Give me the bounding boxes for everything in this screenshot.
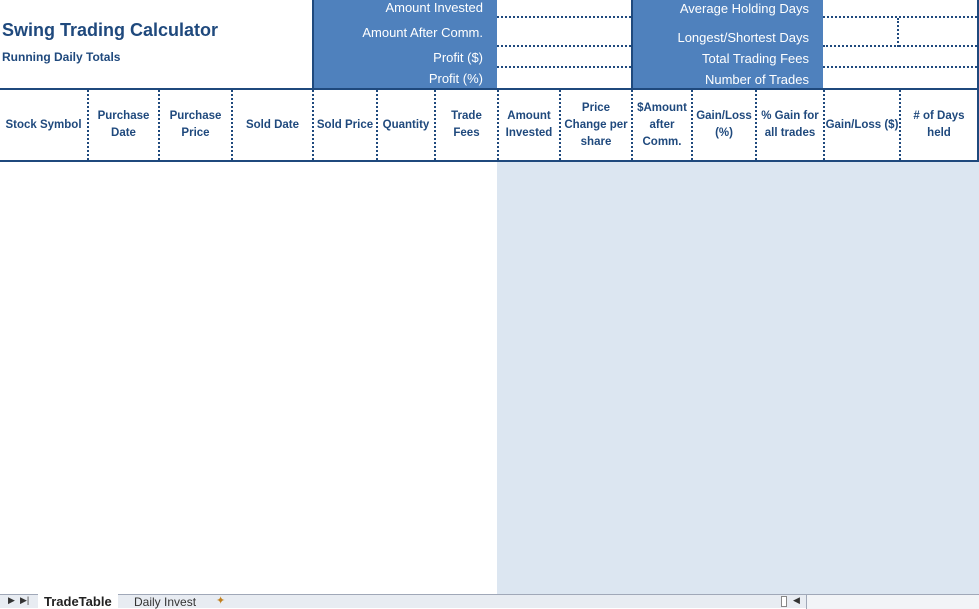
column-header-quantity[interactable]: Quantity bbox=[376, 90, 434, 160]
horizontal-scrollbar[interactable] bbox=[806, 595, 979, 609]
value-amount-invested[interactable] bbox=[497, 0, 631, 18]
summary-right-labels: Average Holding Days Longest/Shortest Da… bbox=[631, 0, 823, 88]
value-average-holding-days[interactable] bbox=[823, 0, 977, 18]
value-amount-after-comm[interactable] bbox=[497, 18, 631, 47]
label-total-trading-fees: Total Trading Fees bbox=[702, 51, 809, 66]
column-header-purchase-date[interactable]: Purchase Date bbox=[87, 90, 158, 160]
input-cells-area[interactable] bbox=[0, 162, 497, 594]
column-header-purchase-price[interactable]: Purchase Price bbox=[158, 90, 231, 160]
value-shortest-days[interactable] bbox=[899, 18, 977, 47]
label-average-holding-days: Average Holding Days bbox=[679, 1, 809, 16]
column-header-stock-symbol[interactable]: Stock Symbol bbox=[0, 90, 87, 160]
value-profit-percent[interactable] bbox=[497, 68, 631, 88]
summary-left-labels: Amount Invested Amount After Comm. Profi… bbox=[312, 0, 497, 88]
column-header-sold-price[interactable]: Sold Price bbox=[312, 90, 376, 160]
label-profit-percent: Profit (%) bbox=[428, 71, 483, 86]
label-longest-shortest-days: Longest/Shortest Days bbox=[677, 30, 809, 45]
column-header-price-change[interactable]: Price Change per share bbox=[559, 90, 631, 160]
column-header-days-held[interactable]: # of Days held bbox=[899, 90, 977, 160]
column-header-sold-date[interactable]: Sold Date bbox=[231, 90, 312, 160]
sheet-tab-tradetable[interactable]: TradeTable bbox=[38, 594, 118, 609]
column-header-row: Stock Symbol Purchase Date Purchase Pric… bbox=[0, 88, 979, 162]
value-profit-dollar[interactable] bbox=[497, 47, 631, 68]
value-total-trading-fees[interactable] bbox=[823, 47, 977, 68]
column-header-amount-invested[interactable]: Amount Invested bbox=[497, 90, 559, 160]
computed-cells-area[interactable] bbox=[497, 162, 979, 594]
label-profit-dollar: Profit ($) bbox=[433, 50, 483, 65]
column-header-trade-fees[interactable]: Trade Fees bbox=[434, 90, 497, 160]
column-header-gain-loss-dollar[interactable]: Gain/Loss ($) bbox=[823, 90, 899, 160]
tab-split-handle[interactable] bbox=[781, 596, 787, 607]
label-number-of-trades: Number of Trades bbox=[704, 72, 809, 87]
value-number-of-trades[interactable] bbox=[823, 68, 977, 88]
scroll-left-icon[interactable]: ◀ bbox=[793, 595, 800, 606]
label-amount-after-comm: Amount After Comm. bbox=[362, 25, 483, 40]
sheet-subtitle: Running Daily Totals bbox=[2, 50, 121, 64]
column-header-gain-loss-percent[interactable]: Gain/Loss (%) bbox=[691, 90, 755, 160]
sheet-title: Swing Trading Calculator bbox=[2, 20, 219, 40]
sheet-tab-daily-invest[interactable]: Daily Invest bbox=[128, 595, 202, 609]
column-header-amount-after-comm[interactable]: $Amount after Comm. bbox=[631, 90, 691, 160]
insert-sheet-icon[interactable]: ✦ bbox=[216, 594, 225, 607]
column-header-percent-gain-all[interactable]: % Gain for all trades bbox=[755, 90, 823, 160]
scroll-next-sheet-icon[interactable]: ▶ bbox=[8, 595, 15, 606]
summary-right-values bbox=[823, 0, 977, 88]
summary-left-values bbox=[497, 0, 631, 88]
value-longest-days[interactable] bbox=[823, 18, 899, 47]
label-amount-invested: Amount Invested bbox=[385, 0, 483, 15]
sheet-tab-bar: ▶ ▶| TradeTable Daily Invest ✦ ◀ bbox=[0, 594, 979, 609]
scroll-last-sheet-icon[interactable]: ▶| bbox=[20, 595, 29, 606]
